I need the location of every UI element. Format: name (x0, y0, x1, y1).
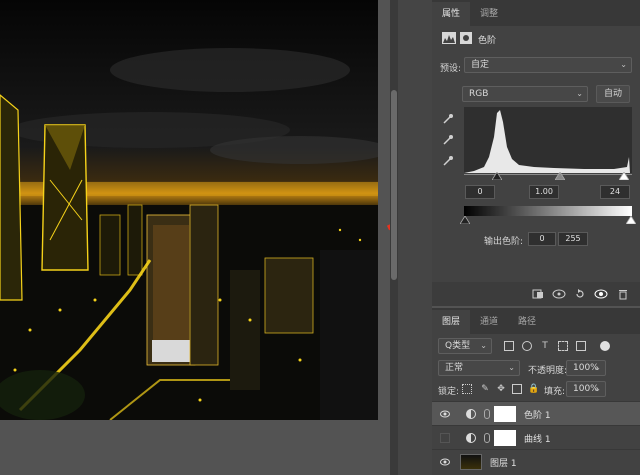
panel-dock-strip (398, 0, 432, 475)
layer-thumbnail[interactable] (460, 454, 482, 470)
toggle-visibility-icon[interactable] (594, 289, 608, 299)
properties-header: 色阶 (432, 30, 640, 48)
input-slider-track (464, 174, 632, 175)
layer-name[interactable]: 图层 1 (490, 456, 517, 469)
mask-icon[interactable] (460, 32, 472, 44)
fill-field[interactable]: 100% ⌄ (566, 381, 606, 397)
input-white-field[interactable]: 24 (600, 185, 630, 199)
opacity-field[interactable]: 100% ⌄ (566, 360, 606, 376)
adjustment-layer-icon (466, 409, 476, 419)
input-gamma-field[interactable]: 1.00 (529, 185, 559, 199)
clip-to-layer-icon[interactable] (532, 289, 544, 299)
layer-mask-thumbnail[interactable] (494, 430, 516, 446)
link-icon[interactable] (484, 433, 490, 443)
reset-icon[interactable] (574, 288, 586, 300)
chevron-down-icon: ⌄ (620, 60, 627, 69)
auto-button[interactable]: 自动 (596, 85, 630, 103)
scrollbar-thumb[interactable] (391, 90, 397, 280)
chevron-down-icon: ⌄ (576, 89, 583, 98)
input-gamma-slider[interactable] (555, 172, 565, 180)
visibility-toggle[interactable] (440, 433, 450, 443)
trash-icon[interactable] (618, 288, 628, 300)
input-black-slider[interactable] (492, 172, 502, 180)
chevron-down-icon: ⌄ (480, 341, 487, 350)
output-white-slider[interactable] (626, 216, 636, 224)
chevron-down-icon: ⌄ (508, 363, 515, 372)
lock-artboard-icon[interactable] (512, 384, 522, 394)
tab-layers[interactable]: 图层 (432, 310, 471, 334)
properties-bottom-toolbar (432, 282, 640, 306)
layers-panel: 图层 通道 路径 Q类型 ⌄ T 正常 ⌄ 不透明度: 100% ⌄ 锁定: ✎… (432, 308, 640, 475)
properties-tabbar: 属性 调整 (432, 0, 640, 26)
layer-name[interactable]: 色阶 1 (524, 408, 551, 421)
black-point-eyedropper-icon[interactable] (442, 113, 454, 125)
adjustment-layer-icon (466, 433, 476, 443)
input-black-field[interactable]: 0 (465, 185, 495, 199)
panel-title: 色阶 (478, 36, 497, 46)
layer-row-curves[interactable]: 曲线 1 (432, 425, 640, 449)
levels-histogram (464, 107, 632, 173)
white-point-eyedropper-icon[interactable] (442, 155, 454, 167)
lock-label: 锁定: (438, 387, 460, 397)
filter-pixel-icon[interactable] (504, 341, 514, 351)
preset-label: 预设: (440, 64, 462, 74)
channel-select[interactable]: RGB ⌄ (462, 86, 588, 102)
layer-name[interactable]: 曲线 1 (524, 432, 551, 445)
layer-row-levels[interactable]: 色阶 1 (432, 401, 640, 425)
fill-label: 填充: (544, 387, 566, 397)
tab-adjustments[interactable]: 调整 (470, 2, 508, 26)
blend-mode-select[interactable]: 正常 ⌄ (438, 360, 520, 376)
layer-row-image[interactable]: 图层 1 (432, 449, 640, 473)
output-black-field[interactable]: 0 (528, 232, 556, 246)
layer-mask-thumbnail[interactable] (494, 406, 516, 422)
filter-type-icon[interactable]: T (540, 341, 550, 351)
chevron-down-icon: ⌄ (594, 384, 601, 393)
eye-icon[interactable] (440, 409, 450, 419)
opacity-label: 不透明度: (528, 366, 568, 376)
layers-tabbar: 图层 通道 路径 (432, 308, 640, 334)
tab-channels[interactable]: 通道 (470, 310, 508, 334)
filter-adjustment-icon[interactable] (522, 341, 532, 351)
filter-toggle-icon[interactable] (600, 341, 610, 351)
output-levels-label: 输出色阶: (484, 237, 524, 247)
preset-value: 自定 (471, 60, 490, 70)
lock-pixels-icon[interactable]: ✎ (480, 384, 490, 394)
tab-paths[interactable]: 路径 (508, 310, 546, 334)
tab-properties[interactable]: 属性 (432, 2, 471, 26)
canvas-scrollbar[interactable] (390, 0, 398, 475)
levels-histogram-icon (442, 32, 456, 44)
link-icon[interactable] (484, 409, 490, 419)
chevron-down-icon: ⌄ (594, 363, 601, 372)
properties-panel: 属性 调整 色阶 预设: 自定 ⌄ RGB ⌄ 自动 0 1.00 24 输出色… (432, 0, 640, 306)
lock-position-icon[interactable]: ✥ (496, 384, 506, 394)
layer-filter-select[interactable]: Q类型 ⌄ (438, 338, 492, 354)
filter-shape-icon[interactable] (558, 341, 568, 351)
filter-smart-object-icon[interactable] (576, 341, 586, 351)
output-black-slider[interactable] (460, 216, 470, 224)
preset-select[interactable]: 自定 ⌄ (464, 57, 632, 73)
channel-value: RGB (469, 89, 489, 99)
gray-point-eyedropper-icon[interactable] (442, 134, 454, 146)
blend-mode-value: 正常 (445, 363, 464, 373)
view-previous-state-icon[interactable] (552, 289, 566, 299)
layer-filter-value: Q类型 (445, 341, 471, 351)
output-white-field[interactable]: 255 (558, 232, 588, 246)
lock-all-icon[interactable]: 🔒 (528, 384, 539, 394)
lock-transparent-icon[interactable] (462, 384, 472, 394)
eye-icon[interactable] (440, 457, 450, 467)
input-white-slider[interactable] (619, 172, 629, 180)
output-gradient-bar (464, 206, 632, 216)
